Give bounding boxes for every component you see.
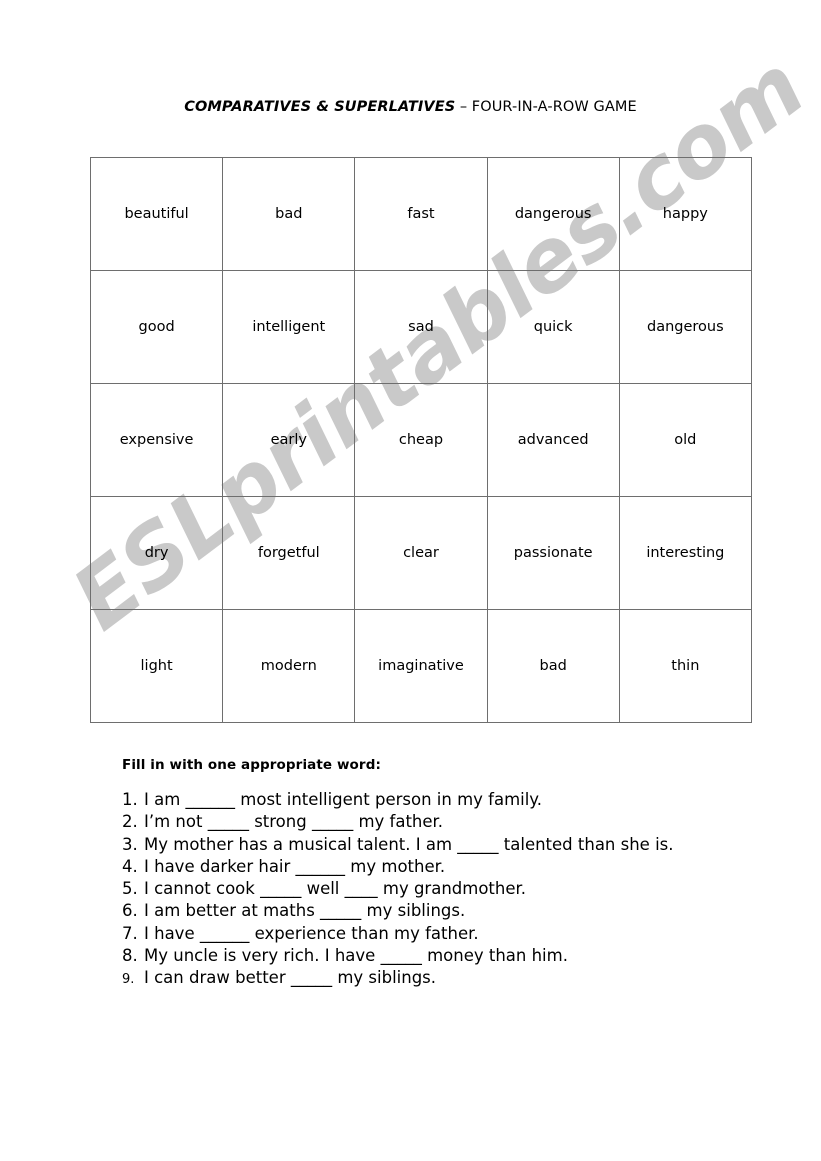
list-item: 2. I’m not _____ strong _____ my father. xyxy=(122,811,762,833)
item-text[interactable]: I have darker hair ______ my mother. xyxy=(144,856,445,878)
grid-cell[interactable]: early xyxy=(222,383,356,497)
item-text[interactable]: I am ______ most intelligent person in m… xyxy=(144,789,542,811)
grid-cell[interactable]: sad xyxy=(354,270,488,384)
list-item: 8. My uncle is very rich. I have _____ mo… xyxy=(122,945,762,967)
grid-cell[interactable]: forgetful xyxy=(222,496,356,610)
list-item: 1. I am ______ most intelligent person in… xyxy=(122,789,762,811)
grid-cell[interactable]: quick xyxy=(486,270,620,384)
table-row: dry forgetful clear passionate interesti… xyxy=(89,496,752,610)
grid-cell[interactable]: beautiful xyxy=(89,157,224,271)
table-row: light modern imaginative bad thin xyxy=(89,609,752,723)
grid-cell[interactable]: expensive xyxy=(89,383,224,497)
item-number: 9. xyxy=(122,972,135,988)
exercise-sentence-list: 1. I am ______ most intelligent person in… xyxy=(122,789,762,992)
item-text[interactable]: I have ______ experience than my father. xyxy=(144,923,479,945)
grid-cell[interactable]: modern xyxy=(222,609,356,723)
list-item: 7. I have ______ experience than my fathe… xyxy=(122,923,762,945)
grid-cell[interactable]: dangerous xyxy=(486,157,620,271)
grid-cell[interactable]: dangerous xyxy=(618,270,752,384)
page-title-main: COMPARATIVES & SUPERLATIVES xyxy=(184,99,456,115)
item-number: 6. xyxy=(122,901,138,921)
item-number: 8. xyxy=(122,946,138,966)
grid-cell[interactable]: happy xyxy=(618,157,752,271)
page-title: COMPARATIVES & SUPERLATIVES – FOUR-IN-A-… xyxy=(0,98,821,116)
item-text[interactable]: My uncle is very rich. I have _____ mone… xyxy=(144,945,568,967)
list-item: 5. I cannot cook _____ well ____ my grand… xyxy=(122,878,762,900)
grid-cell[interactable]: interesting xyxy=(618,496,752,610)
list-item: 6. I am better at maths _____ my siblings… xyxy=(122,900,762,922)
exercise-section: Fill in with one appropriate word: 1. I a… xyxy=(122,757,762,992)
grid-cell[interactable]: light xyxy=(89,609,224,723)
table-row: expensive early cheap advanced old xyxy=(89,383,752,497)
item-number: 5. xyxy=(122,879,138,899)
grid-cell[interactable]: bad xyxy=(486,609,620,723)
item-text[interactable]: I’m not _____ strong _____ my father. xyxy=(144,811,443,833)
word-grid: beautiful bad fast dangerous happy good … xyxy=(89,157,752,723)
grid-cell[interactable]: good xyxy=(89,270,224,384)
list-item: 4. I have darker hair ______ my mother. xyxy=(122,856,762,878)
table-row: beautiful bad fast dangerous happy xyxy=(89,157,752,271)
grid-cell[interactable]: cheap xyxy=(354,383,488,497)
grid-cell[interactable]: advanced xyxy=(486,383,620,497)
item-text[interactable]: My mother has a musical talent. I am ___… xyxy=(144,834,674,856)
item-text[interactable]: I am better at maths _____ my siblings. xyxy=(144,900,465,922)
item-number: 1. xyxy=(122,790,138,809)
item-number: 7. xyxy=(122,923,138,943)
grid-cell[interactable]: old xyxy=(618,383,752,497)
list-item: 9. I can draw better _____ my siblings. xyxy=(122,967,762,991)
page-title-separator: – xyxy=(455,99,472,115)
grid-cell[interactable]: fast xyxy=(354,157,488,271)
item-text[interactable]: I cannot cook _____ well ____ my grandmo… xyxy=(144,878,526,900)
grid-cell[interactable]: thin xyxy=(618,609,752,723)
grid-cell[interactable]: clear xyxy=(354,496,488,610)
item-number: 4. xyxy=(122,856,138,876)
item-text[interactable]: I can draw better _____ my siblings. xyxy=(144,967,436,989)
grid-cell[interactable]: intelligent xyxy=(222,270,356,384)
word-grid-body: beautiful bad fast dangerous happy good … xyxy=(89,157,752,723)
exercise-instructions: Fill in with one appropriate word: xyxy=(122,757,381,773)
item-number: 3. xyxy=(122,834,138,854)
page-title-sub: FOUR-IN-A-ROW GAME xyxy=(471,99,637,115)
grid-cell[interactable]: dry xyxy=(89,496,224,610)
table-row: good intelligent sad quick dangerous xyxy=(89,270,752,384)
item-number: 2. xyxy=(122,812,138,832)
grid-cell[interactable]: bad xyxy=(222,157,356,271)
grid-cell[interactable]: passionate xyxy=(486,496,620,610)
list-item: 3. My mother has a musical talent. I am _… xyxy=(122,834,762,856)
grid-cell[interactable]: imaginative xyxy=(354,609,488,723)
